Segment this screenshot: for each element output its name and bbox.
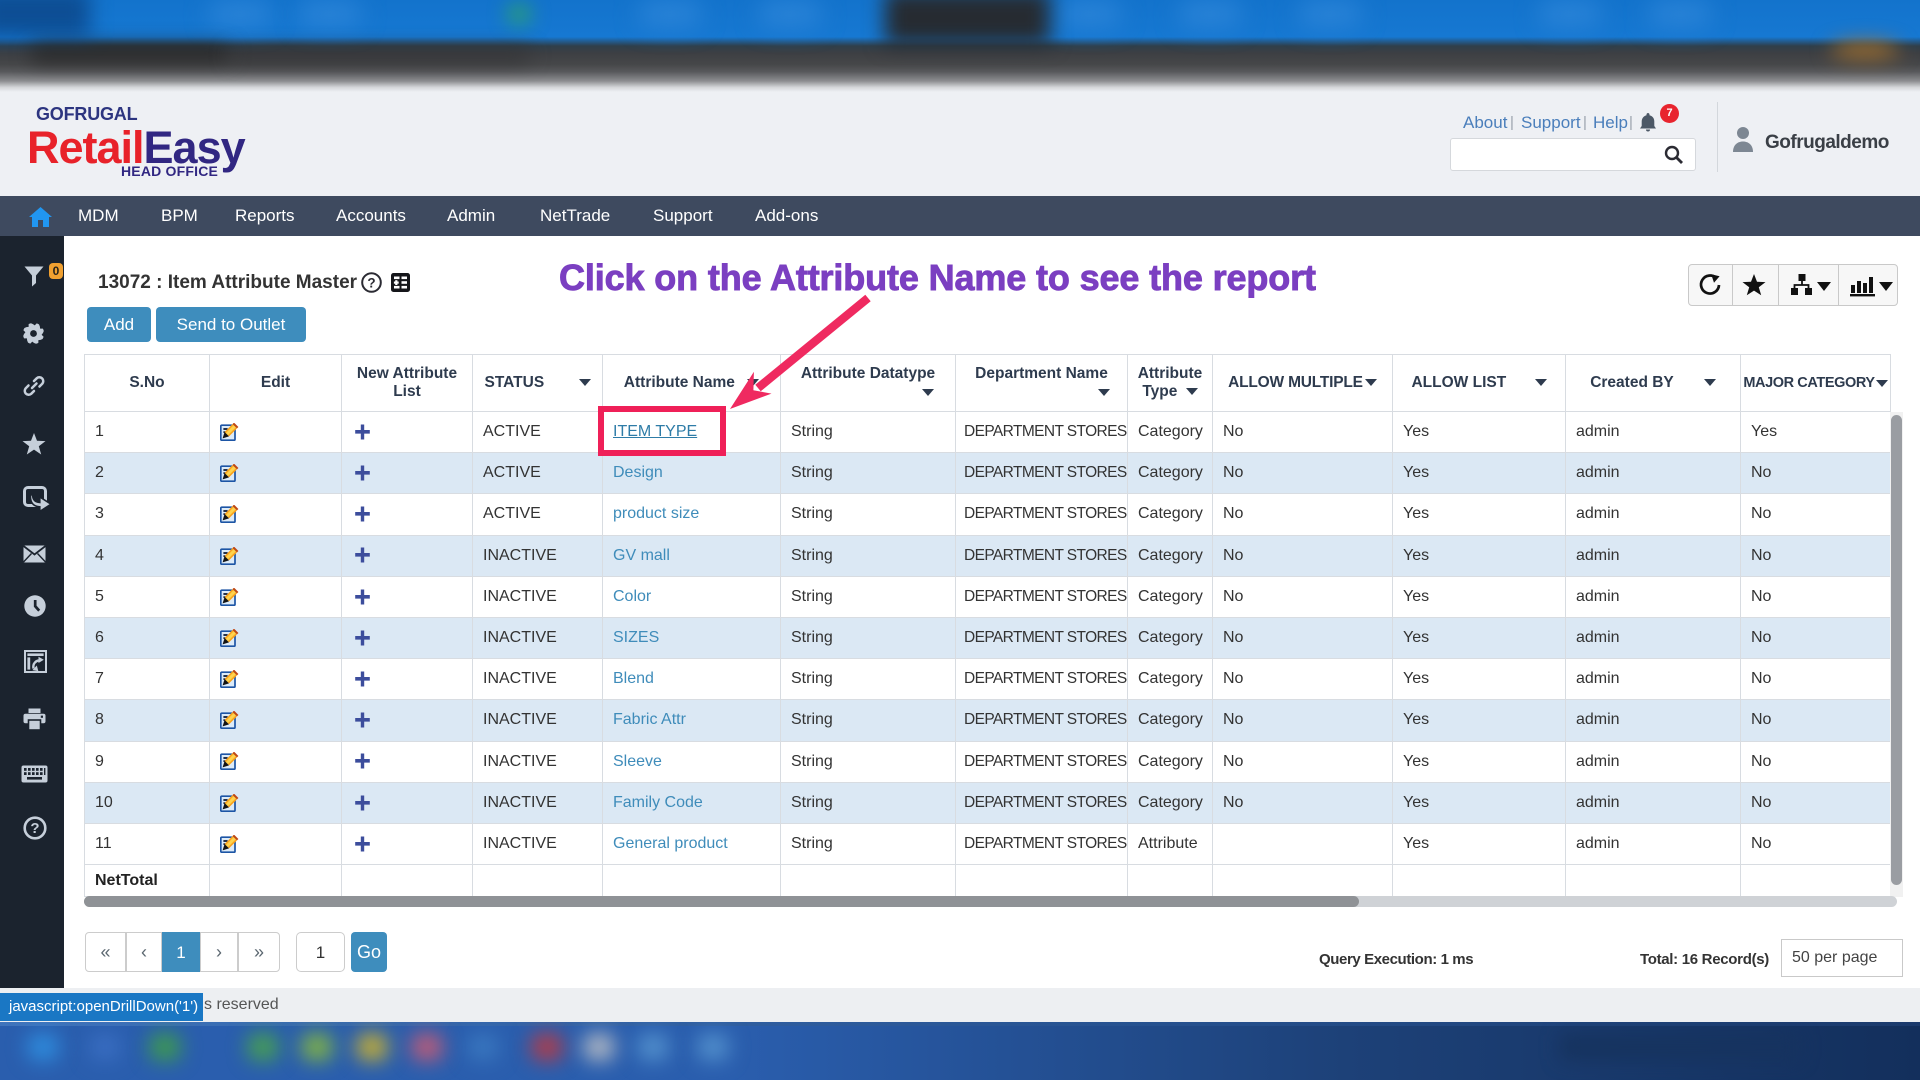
svg-text:?: ? — [30, 820, 39, 837]
svg-text:Click on the Attribute Name to: Click on the Attribute Name to see the r… — [559, 257, 1316, 298]
svg-text:?: ? — [367, 276, 375, 291]
